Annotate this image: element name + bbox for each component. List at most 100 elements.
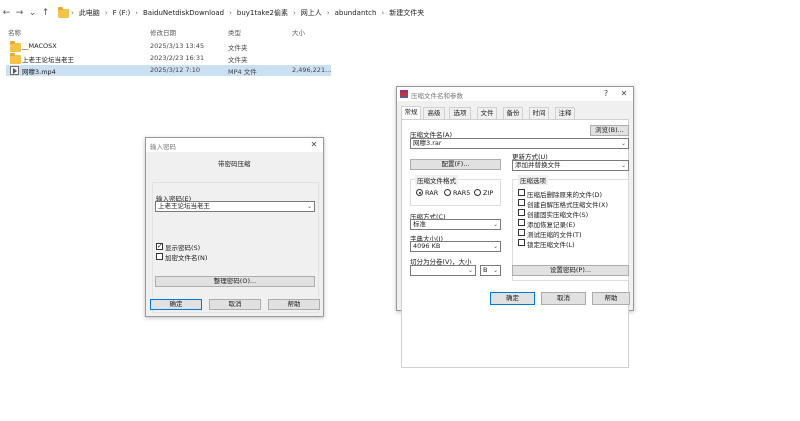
winrar-logo-icon	[400, 90, 408, 98]
general-panel: 压缩文件名(A) 浏览(B)... 网穆3.rar ⌄ 配置(F)... 更新方…	[401, 119, 629, 368]
dialog-titlebar[interactable]: 压缩文件名和参数 ? ✕	[397, 87, 633, 101]
option-checkbox[interactable]	[518, 229, 525, 236]
option-checkbox[interactable]	[518, 239, 525, 246]
breadcrumb-item[interactable]: 新建文件夹	[386, 8, 427, 18]
column-header-size[interactable]: 大小	[292, 27, 305, 37]
archive-dialog: 压缩文件名和参数 ? ✕ 常规 高级 选项 文件 备份 时间 注释 压缩文件名(…	[396, 86, 634, 368]
close-icon[interactable]: ✕	[617, 88, 631, 100]
breadcrumb-item[interactable]: abundantch	[332, 9, 380, 17]
tab-general[interactable]: 常规	[401, 106, 421, 119]
format-rar5-radio[interactable]	[444, 189, 451, 196]
show-password-label: 显示密码(S)	[165, 244, 201, 252]
update-mode-select[interactable]: 添加并替换文件 ⌄	[512, 160, 629, 171]
encrypt-filenames-checkbox[interactable]	[156, 253, 163, 260]
tab-time[interactable]: 时间	[529, 107, 549, 119]
cancel-button[interactable]: 取消	[209, 299, 261, 310]
back-arrow-icon[interactable]: ←	[0, 6, 13, 20]
help-button[interactable]: 帮助	[592, 292, 630, 305]
folder-icon	[10, 41, 21, 52]
method-select[interactable]: 标准 ⌄	[410, 219, 501, 230]
dialog-title: 输入密码	[150, 143, 176, 151]
close-icon[interactable]: ✕	[307, 139, 321, 151]
file-row[interactable]: 上老王论坛当老王 2023/2/23 16:31 文件夹	[6, 53, 331, 64]
ok-button[interactable]: 确定	[490, 292, 535, 305]
dictionary-value: 4096 KB	[413, 242, 441, 250]
option-label: 锁定压缩文件(L)	[527, 241, 575, 249]
tab-comment[interactable]: 注释	[555, 107, 575, 119]
password-dialog: 输入密码 ✕ 带密码压缩 输入密码(E) 上老王论坛当老王 ⌄ 显示密码(S) …	[145, 137, 324, 317]
file-name: __MACOSX	[22, 42, 57, 50]
format-group-title: 压缩文件格式	[415, 175, 458, 185]
options-group-title: 压缩选项	[518, 175, 548, 185]
set-password-button[interactable]: 设置密码(P)...	[512, 265, 629, 276]
profile-button[interactable]: 配置(F)...	[410, 159, 501, 170]
password-value: 上老王论坛当老王	[158, 202, 210, 210]
chevron-down-icon[interactable]: ⌄	[493, 266, 498, 275]
dialog-titlebar[interactable]: 输入密码 ✕	[146, 138, 323, 152]
help-icon[interactable]: ?	[599, 88, 613, 100]
dialog-title: 压缩文件名和参数	[411, 92, 463, 100]
breadcrumb-item[interactable]: 网上人	[298, 8, 325, 18]
dictionary-select[interactable]: 4096 KB ⌄	[410, 241, 501, 252]
file-row[interactable]: __MACOSX 2025/3/13 13:45 文件夹	[6, 41, 331, 52]
format-rar5-label: RAR5	[453, 189, 471, 197]
video-file-icon	[10, 66, 19, 75]
chevron-down-icon[interactable]: ⌄	[468, 266, 473, 275]
show-password-checkbox[interactable]	[156, 242, 163, 250]
chevron-right-icon: ›	[104, 9, 108, 17]
file-modified: 2023/2/23 16:31	[150, 54, 205, 62]
chevron-down-icon[interactable]: ⌄	[493, 242, 498, 251]
option-label: 创建自解压格式压缩文件(X)	[527, 201, 609, 209]
password-input[interactable]: 上老王论坛当老王 ⌄	[155, 201, 315, 212]
split-unit-value: B	[483, 266, 488, 274]
option-label: 创建固实压缩文件(S)	[527, 211, 589, 219]
up-arrow-icon[interactable]: ↑	[39, 6, 52, 20]
organize-passwords-button[interactable]: 整理密码(O)...	[155, 276, 315, 287]
chevron-down-icon[interactable]: ⌄	[621, 161, 626, 170]
format-rar-radio[interactable]	[416, 189, 423, 196]
breadcrumb-item[interactable]: BaiduNetdiskDownload	[140, 9, 227, 17]
browse-button[interactable]: 浏览(B)...	[590, 125, 629, 136]
breadcrumb-item[interactable]: buy1take2偷素	[234, 8, 291, 18]
chevron-right-icon: ›	[292, 9, 296, 17]
format-zip-radio[interactable]	[474, 189, 481, 196]
chevron-down-icon[interactable]: ⌄	[493, 220, 498, 229]
option-checkbox[interactable]	[518, 209, 525, 216]
tab-backup[interactable]: 备份	[503, 107, 523, 119]
format-zip-label: ZIP	[483, 189, 494, 197]
option-checkbox[interactable]	[518, 189, 525, 196]
chevron-right-icon: ›	[229, 9, 232, 17]
column-header-type[interactable]: 类型	[228, 27, 241, 37]
file-name: 上老王论坛当老王	[22, 56, 74, 64]
update-mode-value: 添加并替换文件	[515, 161, 561, 169]
breadcrumb-item[interactable]: F (F:)	[110, 9, 134, 17]
tab-advanced[interactable]: 高级	[423, 107, 445, 119]
column-header-row: 名称 修改日期 类型 大小	[0, 24, 800, 38]
column-header-name[interactable]: 名称	[8, 27, 21, 37]
option-label: 测试压缩的文件(T)	[527, 231, 582, 239]
breadcrumb-item[interactable]: 此电脑	[76, 8, 103, 18]
split-unit-select[interactable]: B ⌄	[480, 265, 501, 276]
chevron-right-icon: ›	[71, 9, 74, 17]
cancel-button[interactable]: 取消	[541, 292, 586, 305]
option-checkbox[interactable]	[518, 199, 525, 206]
ok-button[interactable]: 确定	[150, 299, 202, 310]
option-checkbox[interactable]	[518, 219, 525, 226]
tab-files[interactable]: 文件	[477, 107, 497, 119]
forward-arrow-icon[interactable]: →	[13, 6, 26, 20]
split-size-input[interactable]: ⌄	[410, 265, 476, 276]
chevron-down-icon[interactable]: ⌄	[307, 202, 312, 211]
option-label: 添加恢复记录(E)	[527, 221, 576, 229]
encrypt-filenames-label: 加密文件名(N)	[165, 254, 208, 262]
help-button[interactable]: 帮助	[268, 299, 320, 310]
archive-name-input[interactable]: 网穆3.rar ⌄	[410, 138, 629, 149]
column-header-modified[interactable]: 修改日期	[150, 27, 176, 37]
recent-dropdown-icon[interactable]: ⌄	[26, 6, 39, 20]
chevron-right-icon: ›	[381, 9, 385, 17]
option-label: 压缩后删除原来的文件(D)	[527, 191, 603, 199]
chevron-down-icon[interactable]: ⌄	[621, 139, 626, 148]
file-row-selected[interactable]: 网穆3.mp4 2025/3/12 7:10 MP4 文件 2,496,221.…	[6, 65, 331, 76]
file-size: 2,496,221...	[292, 66, 332, 74]
file-type: 文件夹	[228, 44, 248, 52]
tab-options[interactable]: 选项	[449, 107, 471, 119]
